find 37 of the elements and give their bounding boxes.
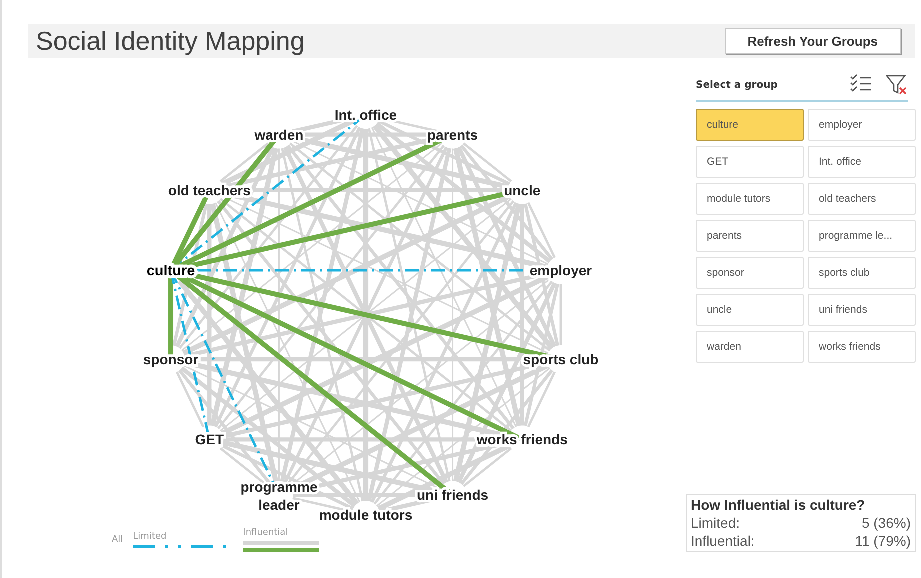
node-label: sponsor — [143, 352, 199, 368]
node-label: parents — [428, 126, 478, 143]
page-title: Social Identity Mapping — [36, 26, 305, 56]
group-button[interactable]: module tutors — [696, 183, 804, 215]
summary-value: 5 (36%) — [862, 515, 911, 531]
group-button[interactable]: employer — [808, 109, 916, 141]
summary-value: 11 (79%) — [855, 533, 911, 549]
legend-label: Influential — [243, 528, 290, 538]
group-button[interactable]: sports club — [808, 257, 916, 289]
node-label: uni friends — [417, 487, 489, 504]
group-button[interactable]: warden — [696, 331, 804, 363]
group-button[interactable]: Int. office — [808, 146, 916, 178]
legend-label: All — [112, 535, 124, 545]
group-button[interactable]: uncle — [696, 294, 804, 326]
group-button[interactable]: old teachers — [808, 183, 916, 215]
group-button[interactable]: GET — [696, 146, 804, 178]
summary-label: Limited: — [691, 515, 740, 531]
node-label: module tutors — [319, 507, 413, 523]
group-button[interactable]: sponsor — [696, 257, 804, 289]
summary-label: Influential: — [691, 533, 755, 549]
group-button[interactable]: works friends — [808, 331, 916, 363]
refresh-button[interactable]: Refresh Your Groups — [724, 28, 901, 54]
clear-filter-icon[interactable] — [886, 74, 908, 96]
group-button[interactable]: uni friends — [808, 294, 916, 326]
node-label: works friends — [476, 432, 568, 448]
node-label: warden — [254, 126, 304, 143]
group-button[interactable]: culture — [696, 109, 804, 141]
node-label: Int. office — [334, 107, 398, 123]
picker-heading: Select a group — [696, 80, 778, 90]
summary-heading: How Influential is culture? — [691, 497, 866, 513]
group-button[interactable]: parents — [696, 220, 804, 252]
node-label: GET — [195, 432, 224, 448]
node-label: sports club — [523, 352, 599, 368]
legend-label: Limited — [133, 532, 168, 542]
multi-select-icon[interactable] — [850, 74, 872, 94]
node-label: employer — [530, 262, 592, 278]
group-button[interactable]: programme le... — [808, 220, 916, 252]
